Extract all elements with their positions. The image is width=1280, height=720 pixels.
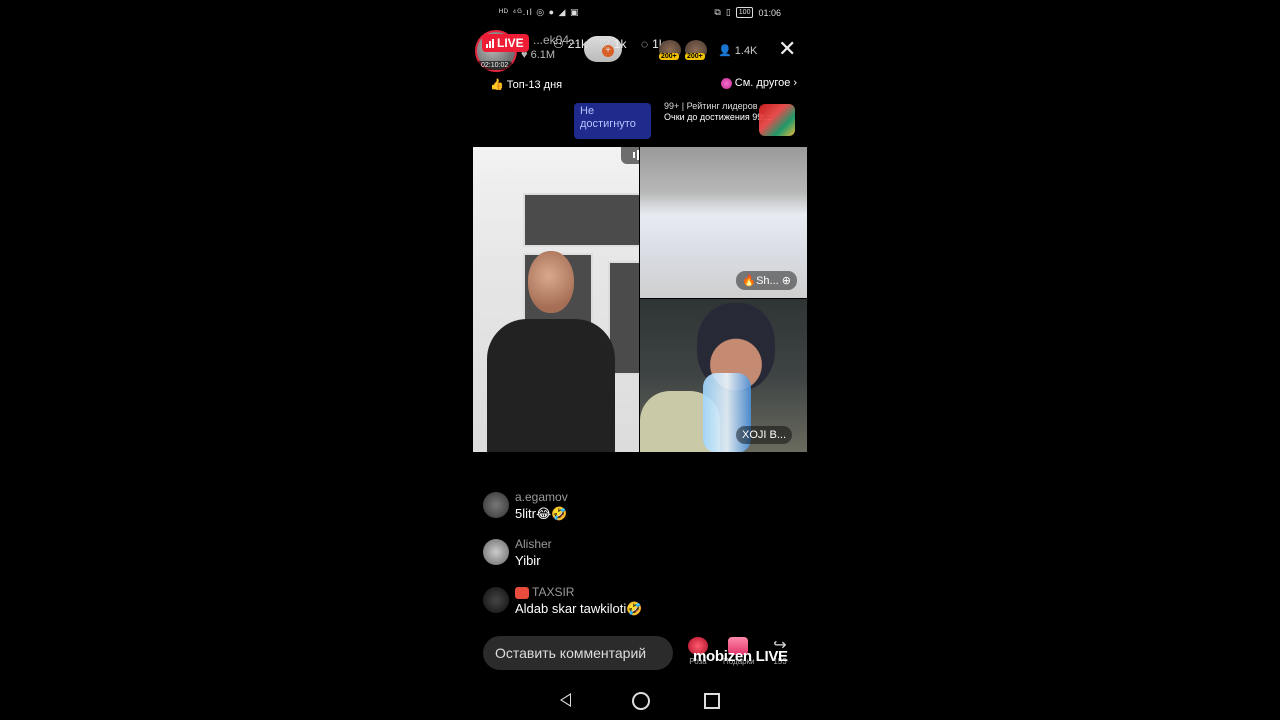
comment-avatar[interactable] (483, 587, 509, 613)
not-reached-banner[interactable]: Не достигнуто (574, 103, 651, 139)
comment-item[interactable]: TAXSIR Aldab skar tawkiloti🤣 (483, 585, 783, 627)
status-icons: ᴴᴰ ⁴ᴳ.ıl ◎ ● ◢ ▣ (499, 7, 580, 17)
comment-icon: ◌ (641, 37, 649, 51)
see-other-button[interactable]: См. другое › (720, 77, 797, 89)
add-guest-icon[interactable]: ⊕ (782, 275, 791, 287)
live-badge: LIVE (482, 34, 529, 52)
comment-text: Yibir (515, 553, 541, 568)
clock: 01:06 (758, 7, 781, 18)
host-face (528, 251, 574, 313)
comment-item[interactable]: a.egamov 5litr😂🤣 (483, 490, 783, 532)
home-icon[interactable] (632, 692, 650, 710)
comment-text: 5litr😂🤣 (515, 506, 568, 521)
guest-video-1[interactable]: 🔥Sh... ⊕ (640, 147, 807, 298)
trophy-icon: 👍 (490, 79, 504, 91)
comment-username[interactable]: Alisher (515, 537, 552, 551)
live-timer: 02:10:02 (477, 61, 513, 70)
top-viewer-badge-2: 200+ (685, 53, 705, 60)
guest-2-name-tag[interactable]: XOJI B... (736, 426, 793, 444)
person-icon: ⚇ (553, 37, 564, 51)
chevron-right-icon: › (793, 77, 797, 89)
comment-username[interactable]: a.egamov (515, 490, 568, 504)
comment-input[interactable]: Оставить комментарий (483, 636, 673, 670)
comment-item[interactable]: Alisher Yibir (483, 537, 783, 579)
live-stream-screen: ᴴᴰ ⁴ᴳ.ıl ◎ ● ◢ ▣ ⧉ ▯ 100 01:06 ...ek04..… (473, 0, 807, 720)
close-icon[interactable]: ✕ (778, 38, 796, 60)
users-stat[interactable]: ⚇ 21k (553, 37, 587, 51)
vibrate-icon: ▯ (725, 7, 731, 17)
host-video[interactable] (473, 147, 639, 452)
top-viewer-badge-1: 200+ (659, 53, 679, 60)
top-ranking-label[interactable]: 👍 Топ-13 дня (490, 78, 562, 91)
recents-icon[interactable] (704, 693, 720, 709)
comment-avatar[interactable] (483, 539, 509, 565)
mobizen-watermark: mobizen LIVE (693, 648, 788, 665)
likes-stat[interactable]: ♡ 1k (599, 37, 626, 51)
host-person (487, 319, 615, 452)
status-bar: ᴴᴰ ⁴ᴳ.ıl ◎ ● ◢ ▣ ⧉ ▯ 100 01:06 (473, 0, 807, 24)
explore-icon (720, 77, 732, 89)
wall-panel-top (523, 193, 639, 247)
level-badge-icon (515, 586, 529, 599)
sleigh-gift-icon[interactable] (759, 104, 795, 136)
battery-icon: 100 (735, 7, 754, 18)
guest-1-name-tag[interactable]: 🔥Sh... ⊕ (736, 271, 797, 290)
back-icon[interactable] (560, 693, 571, 707)
comment-username[interactable]: TAXSIR (515, 585, 574, 599)
android-nav-bar (473, 686, 807, 716)
viewers-icon: 👤 (718, 45, 732, 57)
comment-text: Aldab skar tawkiloti🤣 (515, 601, 643, 616)
cast-icon: ⧉ (714, 7, 721, 17)
live-bars-icon (486, 38, 494, 48)
fire-icon: 🔥 (742, 275, 757, 287)
viewer-count[interactable]: 👤 1.4K (718, 44, 757, 57)
guest-video-2[interactable]: XOJI B... (640, 299, 807, 452)
comment-avatar[interactable] (483, 492, 509, 518)
heart-outline-icon: ♡ (599, 37, 610, 51)
